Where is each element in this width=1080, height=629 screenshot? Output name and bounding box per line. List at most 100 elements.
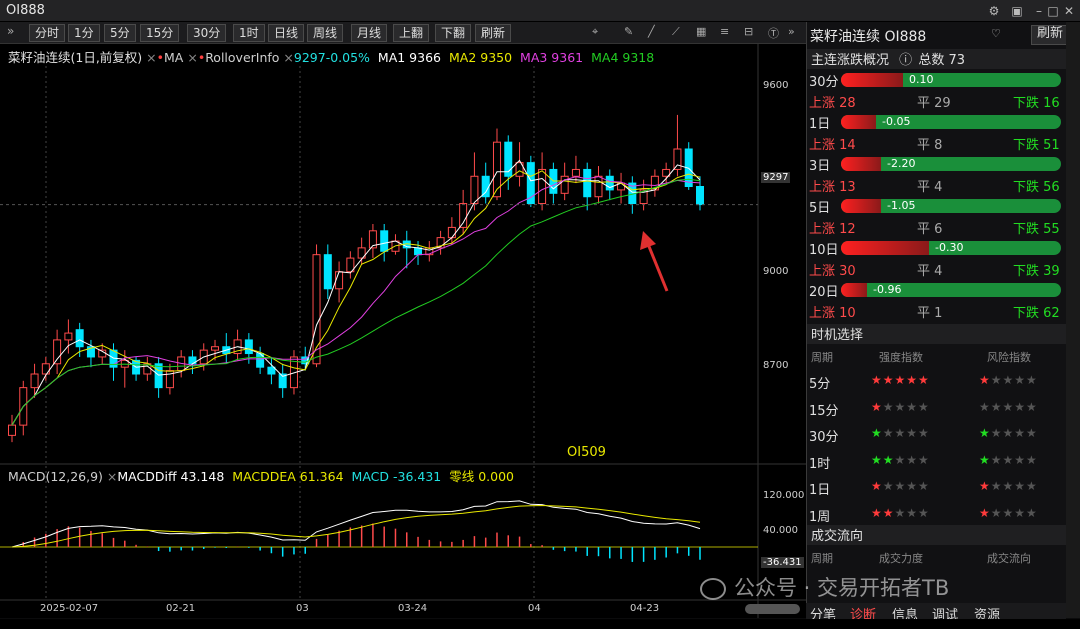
candle-body xyxy=(335,271,344,290)
contract-label: OI509 xyxy=(567,445,606,460)
row-period: 10日 xyxy=(809,243,839,258)
candle-body xyxy=(673,148,682,170)
up-count: 上涨 10 xyxy=(809,306,856,321)
heart-icon[interactable]: ♡ xyxy=(991,27,1001,40)
panel-refresh-button[interactable]: 刷新 xyxy=(1031,25,1070,45)
ma1-line xyxy=(11,159,701,426)
channel-icon[interactable]: ≡ xyxy=(720,25,729,38)
row-period: 3日 xyxy=(809,159,831,174)
risk-stars: ★★★★★ xyxy=(979,505,1038,520)
pen-icon[interactable]: ✎ xyxy=(624,25,633,38)
timing-period: 1周 xyxy=(809,509,831,525)
candle-body xyxy=(323,254,332,290)
down-count: 下跌 62 xyxy=(1013,306,1060,321)
risk-stars: ★★★★★ xyxy=(979,399,1038,414)
legend-name: 菜籽油连续(1日,前复权) xyxy=(8,50,143,65)
period-button-1m[interactable]: 1分 xyxy=(68,24,100,42)
candle-body xyxy=(538,168,547,205)
flow-col-strength: 成交力度 xyxy=(879,552,923,565)
period-button-30m[interactable]: 30分 xyxy=(187,24,227,42)
period-button-fenshi[interactable]: 分时 xyxy=(29,24,66,42)
date-tick: 04 xyxy=(528,603,541,614)
down-count: 下跌 51 xyxy=(1013,138,1060,153)
strength-stars: ★★★★★ xyxy=(871,399,930,414)
grid-icon[interactable]: ▦ xyxy=(696,25,706,38)
candle-body xyxy=(571,168,580,177)
candle-body xyxy=(470,175,479,205)
ratio-bar: -1.05 xyxy=(841,199,1061,213)
fib-icon[interactable]: ⊟ xyxy=(744,25,753,38)
ratio-bar-up xyxy=(841,115,876,129)
ray-icon[interactable]: ⟋ xyxy=(672,25,680,39)
macd-legend: MACD(12,26,9) ×MACDDiff 43.148 MACDDEA 6… xyxy=(8,469,514,484)
gear-icon[interactable]: ⚙ xyxy=(985,3,1003,19)
panel-scrollbar[interactable] xyxy=(1066,22,1080,618)
macd-diff-line xyxy=(11,500,701,548)
period-button-5m[interactable]: 5分 xyxy=(104,24,136,42)
candle-body xyxy=(594,175,603,198)
chart-scrollbar[interactable] xyxy=(745,604,800,614)
watermark-text: 公众号 · 交易开拓者TB xyxy=(734,576,950,600)
ma4-line xyxy=(11,178,701,426)
side-panel: 菜籽油连续 OI888 ♡ 刷新 主连涨跌概况 ⓘ 总数 73 30分 0.10… xyxy=(806,22,1070,618)
candle-body xyxy=(75,329,84,348)
strength-stars: ★★★★★ xyxy=(871,452,930,467)
overview-title: 主连涨跌概况 xyxy=(811,53,890,68)
help-icon[interactable]: ⓘ xyxy=(899,53,912,68)
candle-body xyxy=(30,373,39,389)
expand-icon[interactable]: » xyxy=(7,24,14,38)
strength-stars: ★★★★★ xyxy=(871,373,930,387)
macd-tick-40: 40.000 xyxy=(763,525,798,536)
ratio-bar-value: 0.10 xyxy=(909,73,934,86)
macd-dea-line xyxy=(11,504,701,548)
ratio-bar-up xyxy=(841,73,903,87)
price-tick-9000: 9000 xyxy=(763,266,789,277)
page-down-button[interactable]: 下翻 xyxy=(435,24,472,42)
date-tick: 03 xyxy=(296,603,309,614)
ratio-bar-value: -0.96 xyxy=(873,283,902,296)
risk-stars: ★★★★★ xyxy=(979,452,1038,467)
text-icon[interactable]: Ⓣ xyxy=(768,25,779,41)
flow-header: 成交流向 xyxy=(807,525,1067,545)
status-bar xyxy=(0,619,1080,629)
legend-ma4: MA4 9318 xyxy=(591,50,655,65)
candle-body xyxy=(447,226,456,239)
overview-total: 总数 73 xyxy=(918,53,965,68)
candle-body xyxy=(211,346,220,351)
macd-value: MACD -36.431 xyxy=(351,469,442,484)
row-period: 20日 xyxy=(809,285,839,300)
close-icon[interactable]: ✕ xyxy=(1060,3,1078,19)
page-up-button[interactable]: 上翻 xyxy=(393,24,430,42)
more-icon[interactable]: » xyxy=(788,25,795,38)
cursor-icon[interactable]: ⌖ xyxy=(592,25,598,39)
risk-stars: ★★★★★ xyxy=(979,373,1038,387)
candle-body xyxy=(244,339,253,355)
wechat-icon xyxy=(700,578,726,600)
chart-legend: 菜籽油连续(1日,前复权) ×•MA ×•RolloverInfo ×9297-… xyxy=(8,50,655,65)
line-icon[interactable]: ╱ xyxy=(648,25,655,38)
timing-col-risk: 风险指数 xyxy=(987,351,1031,364)
lock-icon[interactable]: ▣ xyxy=(1008,3,1026,19)
macd-diff: MACDDiff 43.148 xyxy=(117,469,225,484)
period-button-15m[interactable]: 15分 xyxy=(140,24,180,42)
period-button-day[interactable]: 日线 xyxy=(268,24,305,42)
row-period: 5日 xyxy=(809,201,831,216)
kline-chart[interactable]: 菜籽油连续(1日,前复权) ×•MA ×•RolloverInfo ×9297-… xyxy=(0,44,806,618)
period-button-week[interactable]: 周线 xyxy=(307,24,344,42)
candle-body xyxy=(459,203,468,228)
timing-period: 1时 xyxy=(809,456,831,472)
timing-period: 1日 xyxy=(809,483,831,498)
period-button-1h[interactable]: 1时 xyxy=(233,24,265,42)
ratio-bar-up xyxy=(841,283,867,297)
ratio-bar-value: -1.05 xyxy=(887,199,916,212)
refresh-button[interactable]: 刷新 xyxy=(475,24,512,42)
ratio-bar: -2.20 xyxy=(841,157,1061,171)
flat-count: 平 29 xyxy=(917,96,951,111)
price-tick-9600: 9600 xyxy=(763,80,789,91)
legend-ma3: MA3 9361 xyxy=(520,50,584,65)
period-button-month[interactable]: 月线 xyxy=(351,24,388,42)
flat-count: 平 4 xyxy=(917,264,943,279)
price-tick-8700: 8700 xyxy=(763,360,789,371)
chart-canvas xyxy=(0,44,806,618)
row-period: 1日 xyxy=(809,117,831,132)
